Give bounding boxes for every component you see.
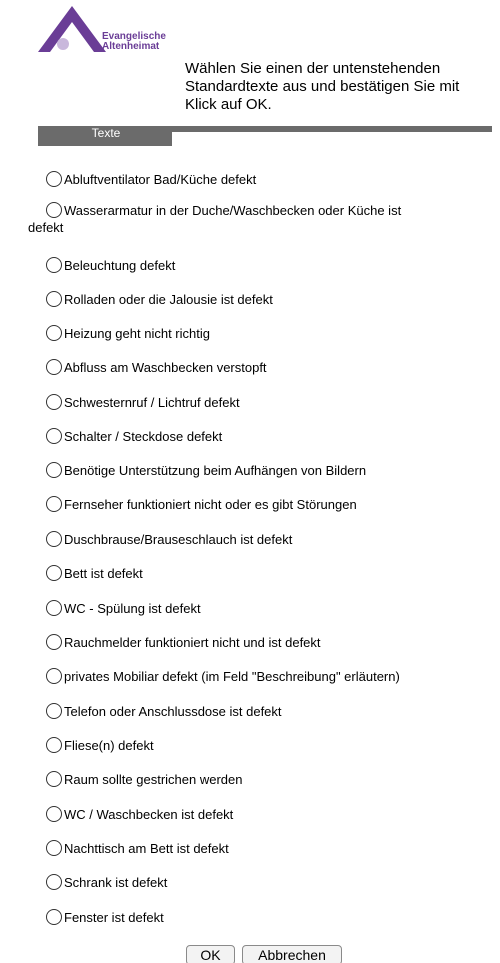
option-item[interactable]: Fliese(n) defekt [26,736,486,754]
option-label: Wasserarmatur in der Duche/Waschbecken o… [64,203,402,219]
option-label: Heizung geht nicht richtig [64,326,210,342]
option-label: WC - Spülung ist defekt [64,601,201,617]
radio-button[interactable] [46,427,62,444]
radio-button[interactable] [46,599,62,616]
option-item[interactable]: WC - Spülung ist defekt [26,599,486,617]
radio-button[interactable] [46,873,62,890]
radio-button[interactable] [46,564,62,581]
option-item[interactable]: Duschbrause/Brauseschlauch ist defekt [26,530,486,548]
option-item[interactable]: Schrank ist defekt [26,873,486,891]
option-item[interactable]: Fenster ist defekt [26,908,486,926]
option-label: Abluftventilator Bad/Küche defekt [64,172,257,188]
radio-button[interactable] [46,805,62,822]
page: Evangelische Altenheimat Wählen Sie eine… [0,0,500,963]
option-item[interactable]: Beleuchtung defekt [26,256,486,274]
option-label: Rauchmelder funktioniert nicht und ist d… [64,635,321,651]
option-label: Nachttisch am Bett ist defekt [64,841,229,857]
radio-button[interactable] [46,908,62,925]
option-label: Schwesternruf / Lichtruf defekt [64,395,240,411]
option-item[interactable]: Schalter / Steckdose defekt [26,427,486,445]
radio-button[interactable] [46,839,62,856]
option-item[interactable]: privates Mobiliar defekt (im Feld "Besch… [26,667,486,685]
cancel-button[interactable]: Abbrechen [242,945,342,963]
option-label: Duschbrause/Brauseschlauch ist defekt [64,532,293,548]
radio-button[interactable] [46,290,62,307]
option-label: Benötige Unterstützung beim Aufhängen vo… [64,463,367,479]
option-label: Rolladen oder die Jalousie ist defekt [64,292,273,308]
radio-button[interactable] [46,770,62,787]
radio-button[interactable] [46,667,62,684]
option-label-continued: defekt [28,220,64,236]
option-item[interactable]: Raum sollte gestrichen werden [26,770,486,788]
option-label: Raum sollte gestrichen werden [64,772,243,788]
option-label: Schrank ist defekt [64,875,168,891]
option-item[interactable]: Rolladen oder die Jalousie ist defekt [26,290,486,308]
option-item[interactable]: Heizung geht nicht richtig [26,324,486,342]
tab-texte[interactable]: Texte [38,126,172,146]
radio-button[interactable] [46,324,62,341]
option-item[interactable]: WC / Waschbecken ist defekt [26,805,486,823]
option-item[interactable]: Abluftventilator Bad/Küche defekt [26,170,486,188]
tab-label: Texte [91,126,121,140]
radio-button[interactable] [46,201,62,218]
option-item[interactable]: Benötige Unterstützung beim Aufhängen vo… [26,461,486,479]
option-item[interactable]: Nachttisch am Bett ist defekt [26,839,486,857]
option-label: Abfluss am Waschbecken verstopft [64,360,267,376]
option-label: Schalter / Steckdose defekt [64,429,223,445]
radio-button[interactable] [46,633,62,650]
radio-button[interactable] [46,530,62,547]
option-label: Fenster ist defekt [64,910,164,926]
option-item[interactable]: Schwesternruf / Lichtruf defekt [26,393,486,411]
option-item[interactable]: Bett ist defekt [26,564,486,582]
option-label: Fernseher funktioniert nicht oder es gib… [64,497,357,513]
radio-button[interactable] [46,170,62,187]
logo: Evangelische Altenheimat [36,0,196,54]
option-item[interactable]: Telefon oder Anschlussdose ist defekt [26,702,486,720]
option-label: Bett ist defekt [64,566,143,582]
option-label: Telefon oder Anschlussdose ist defekt [64,704,282,720]
instruction-text: Wählen Sie einen der untenstehenden Stan… [185,60,460,113]
ok-button[interactable]: OK [186,945,235,963]
radio-button[interactable] [46,461,62,478]
option-label: Fliese(n) defekt [64,738,154,754]
radio-button[interactable] [46,358,62,375]
option-label: WC / Waschbecken ist defekt [64,807,234,823]
option-label: Beleuchtung defekt [64,258,176,274]
option-item[interactable]: Abfluss am Waschbecken verstopft [26,358,486,376]
logo-text-line2: Altenheimat [102,41,160,52]
option-item[interactable]: Fernseher funktioniert nicht oder es gib… [26,495,486,513]
option-label: privates Mobiliar defekt (im Feld "Besch… [64,669,400,685]
radio-button[interactable] [46,736,62,753]
radio-button[interactable] [46,393,62,410]
option-item[interactable]: Wasserarmatur in der Duche/Waschbecken o… [26,201,486,236]
radio-button[interactable] [46,495,62,512]
radio-button[interactable] [46,256,62,273]
tab-bar: Texte [38,126,492,146]
radio-button[interactable] [46,702,62,719]
logo-mark-icon [38,6,106,52]
option-item[interactable]: Rauchmelder funktioniert nicht und ist d… [26,633,486,651]
